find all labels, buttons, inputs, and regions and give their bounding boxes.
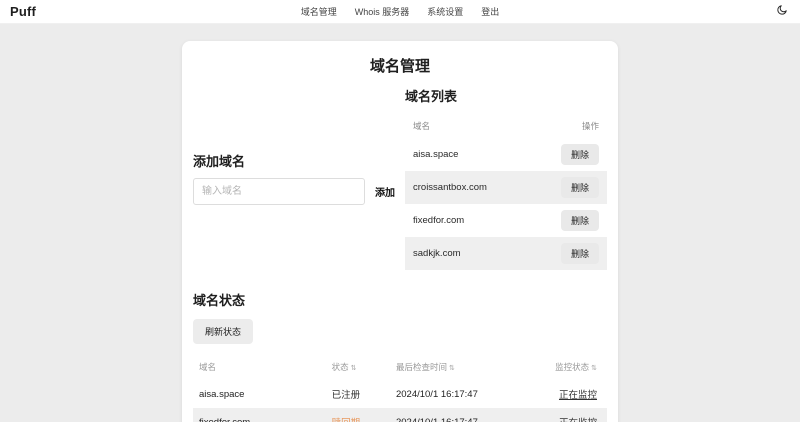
domain-status-section: 域名状态 刷新状态 域名 状态 ⇅ 最后检查时间 ⇅ 监控状态 ⇅ aisa.spac… — [193, 290, 607, 422]
domain-list-row: croissantbox.com 删除 — [405, 171, 607, 204]
domain-list-table: 域名 操作 aisa.space 删除 croissantbox.com 删除 … — [405, 113, 607, 270]
add-domain-heading: 添加域名 — [193, 154, 246, 169]
delete-button[interactable]: 删除 — [560, 243, 599, 264]
domain-input[interactable] — [193, 178, 365, 205]
domain-name: aisa.space — [199, 388, 245, 400]
status-header-row: 域名 状态 ⇅ 最后检查时间 ⇅ 监控状态 ⇅ — [193, 354, 607, 380]
domain-name: sadkjk.com — [413, 248, 461, 259]
column-header-checked-at[interactable]: 最后检查时间 ⇅ — [396, 361, 517, 373]
domain-name: fixedfor.com — [413, 215, 465, 226]
delete-button[interactable]: 删除 — [560, 210, 599, 231]
delete-button[interactable]: 删除 — [560, 144, 599, 165]
brand-logo: Puff — [10, 4, 37, 19]
column-header-domain: 域名 — [413, 120, 431, 131]
moon-icon — [776, 4, 788, 19]
column-header-status[interactable]: 状态 ⇅ — [332, 361, 396, 373]
monitor-status-link[interactable]: 正在监控 — [559, 390, 597, 401]
domain-list-row: fixedfor.com 删除 — [405, 204, 607, 237]
status-table-row: aisa.space 已注册 2024/10/1 16:17:47 正在监控 — [193, 380, 607, 408]
dark-mode-toggle[interactable] — [774, 4, 790, 20]
monitor-status-link[interactable]: 正在监控 — [559, 418, 597, 422]
domain-status-heading: 域名状态 — [193, 293, 246, 308]
refresh-status-button[interactable]: 刷新状态 — [193, 319, 254, 344]
sort-icon[interactable]: ⇅ — [351, 365, 357, 372]
domain-list-section: 域名列表 域名 操作 aisa.space 删除 croissantbox.co… — [405, 86, 607, 270]
column-header-monitor[interactable]: 监控状态 ⇅ — [517, 361, 601, 373]
delete-button[interactable]: 删除 — [560, 177, 599, 198]
top-nav: Puff 域名管理 Whois 服务器 系统设置 登出 — [0, 0, 800, 24]
add-domain-section: 添加域名 添加 — [193, 151, 395, 205]
nav-links: 域名管理 Whois 服务器 系统设置 登出 — [301, 5, 500, 18]
domain-list-row: sadkjk.com 删除 — [405, 237, 607, 270]
last-checked-time: 2024/10/1 16:17:47 — [395, 416, 478, 422]
domain-list-row: aisa.space 删除 — [405, 138, 607, 171]
add-domain-button[interactable]: 添加 — [375, 184, 395, 199]
sort-icon[interactable]: ⇅ — [591, 365, 597, 372]
column-header-domain: 域名 — [199, 362, 217, 372]
domain-name: croissantbox.com — [413, 182, 487, 193]
nav-item-logout[interactable]: 登出 — [481, 5, 499, 18]
status-table: 域名 状态 ⇅ 最后检查时间 ⇅ 监控状态 ⇅ aisa.space 已注册 2024… — [193, 354, 607, 422]
domain-list-heading: 域名列表 — [405, 89, 458, 104]
domain-name: aisa.space — [413, 149, 459, 160]
status-badge: 赎回期 — [332, 415, 396, 422]
domain-list-header-row: 域名 操作 — [405, 113, 607, 138]
domain-management-card: 域名管理 添加域名 添加 域名列表 域名 操作 aisa.space 删除 cr… — [182, 41, 618, 422]
nav-item-domain-management[interactable]: 域名管理 — [301, 5, 337, 18]
status-table-row: fixedfor.com 赎回期 2024/10/1 16:17:47 正在监控 — [193, 408, 607, 422]
column-header-action: 操作 — [581, 120, 599, 131]
sort-icon[interactable]: ⇅ — [449, 365, 455, 372]
nav-item-whois-servers[interactable]: Whois 服务器 — [355, 5, 410, 18]
domain-name: fixedfor.com — [199, 416, 251, 422]
page-title: 域名管理 — [369, 58, 430, 75]
nav-item-system-settings[interactable]: 系统设置 — [427, 5, 463, 18]
last-checked-time: 2024/10/1 16:17:47 — [395, 388, 478, 400]
status-badge: 已注册 — [331, 390, 361, 401]
